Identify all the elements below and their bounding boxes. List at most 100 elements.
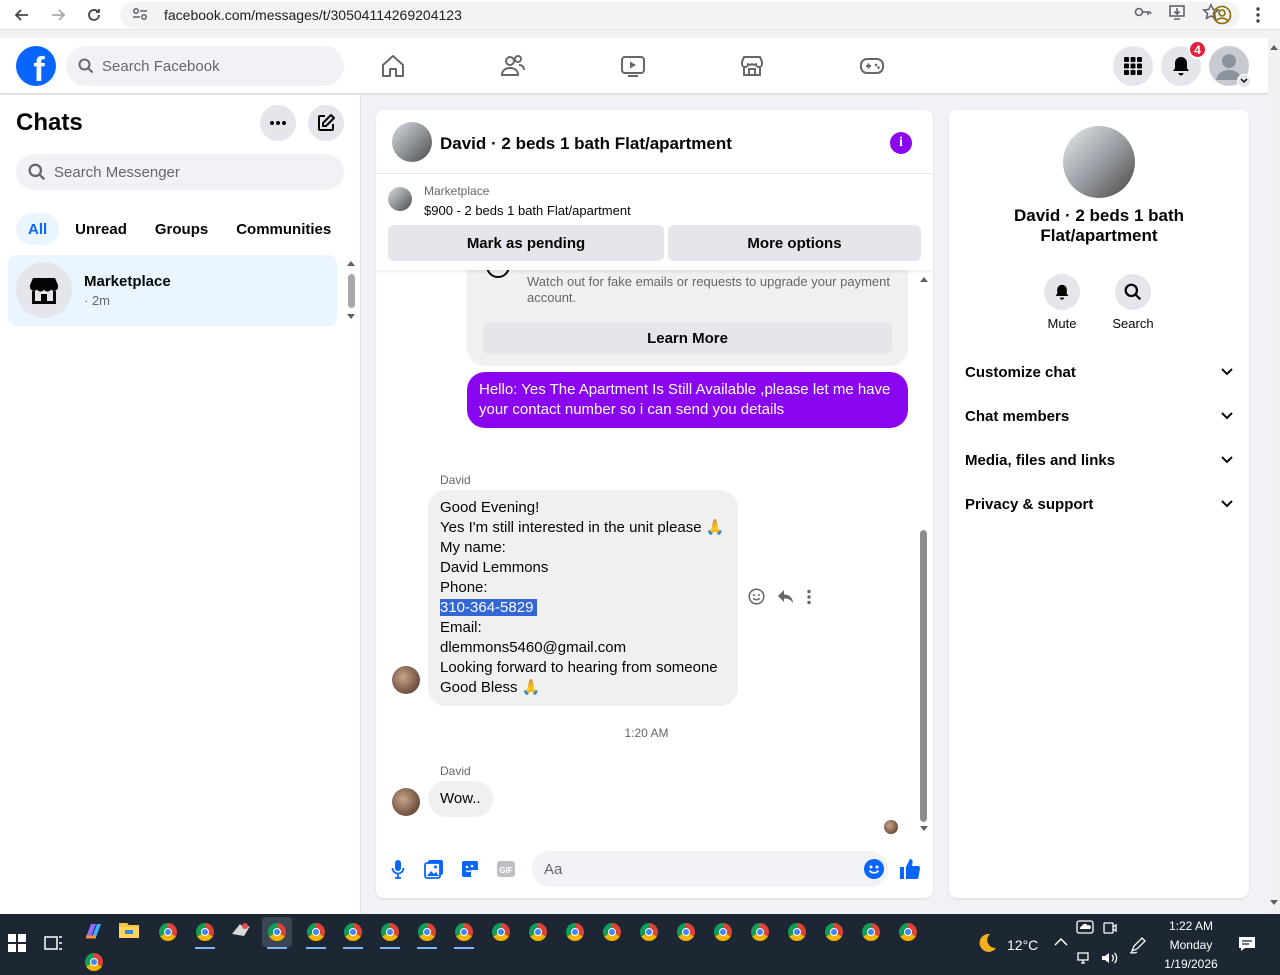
account-avatar[interactable] (1209, 46, 1251, 88)
conversation-title[interactable]: David · 2 beds 1 bath Flat/apartment (440, 134, 732, 154)
facebook-search[interactable]: Search Facebook (66, 46, 344, 86)
learn-more-button[interactable]: Learn More (483, 322, 892, 354)
chat-list-scrollbar[interactable] (345, 260, 357, 322)
reply-icon[interactable] (777, 589, 794, 610)
section-media-files-links[interactable]: Media, files and links (965, 440, 1233, 480)
menu-grid-button[interactable] (1113, 46, 1153, 86)
page-scrollbar[interactable] (1268, 38, 1280, 914)
clock-time[interactable]: 1:22 AM (1160, 919, 1222, 933)
sent-message[interactable]: Hello: Yes The Apartment Is Still Availa… (467, 372, 908, 428)
weather-temp[interactable]: 12°C (1007, 937, 1038, 953)
emoji-icon[interactable] (864, 859, 884, 883)
info-icon[interactable]: i (890, 132, 912, 154)
chrome-icon[interactable] (637, 920, 661, 944)
listing-avatar[interactable] (392, 122, 432, 162)
onedrive-icon[interactable] (1076, 920, 1094, 937)
filter-communities[interactable]: Communities (224, 213, 343, 245)
chrome-icon[interactable] (859, 920, 883, 944)
listing-avatar-large[interactable] (1063, 126, 1135, 198)
chat-list-item[interactable]: Marketplace · 2m (8, 255, 337, 326)
marketplace-icon[interactable] (738, 52, 766, 80)
reload-icon[interactable] (82, 3, 106, 27)
password-key-icon[interactable] (1134, 3, 1152, 26)
filter-all[interactable]: All (16, 213, 60, 245)
more-options-button[interactable]: More options (668, 225, 921, 261)
meet-now-icon[interactable] (1103, 921, 1117, 938)
conversation-scrollbar[interactable] (916, 270, 932, 836)
network-icon[interactable] (1077, 951, 1093, 968)
chrome-icon[interactable] (600, 920, 624, 944)
chrome-icon[interactable] (711, 920, 735, 944)
friends-icon[interactable] (499, 52, 527, 80)
home-icon[interactable] (379, 52, 407, 80)
received-message[interactable]: Wow.. (428, 781, 493, 817)
microphone-icon[interactable] (387, 858, 409, 880)
gaming-icon[interactable] (858, 52, 886, 80)
forward-icon[interactable] (46, 3, 70, 27)
thumbs-up-icon[interactable] (899, 858, 921, 880)
browser-menu-icon[interactable] (1250, 6, 1266, 29)
react-emoji-icon[interactable] (748, 588, 765, 610)
mute-action[interactable]: Mute (1034, 274, 1090, 331)
copilot-icon[interactable] (82, 920, 106, 944)
chrome-icon[interactable] (822, 920, 846, 944)
messenger-search[interactable]: Search Messenger (16, 154, 344, 190)
account-chevron-icon[interactable] (1237, 74, 1251, 88)
chrome-icon[interactable] (415, 920, 439, 949)
chrome-icon[interactable] (304, 920, 328, 949)
gif-icon[interactable]: GIF (495, 858, 517, 880)
chat-options-button[interactable] (260, 105, 296, 141)
listing-title[interactable]: $900 - 2 beds 1 bath Flat/apartment (424, 203, 631, 218)
video-icon[interactable] (619, 52, 647, 80)
windows-start-icon[interactable] (8, 934, 32, 958)
chrome-active-icon[interactable] (262, 917, 292, 949)
chrome-icon[interactable] (341, 920, 365, 949)
section-customize-chat[interactable]: Customize chat (965, 352, 1233, 392)
listing-thumbnail[interactable] (388, 187, 412, 211)
site-info-icon[interactable] (132, 7, 150, 24)
install-app-icon[interactable] (1168, 3, 1186, 26)
mark-as-pending-button[interactable]: Mark as pending (388, 225, 664, 261)
filter-unread[interactable]: Unread (63, 213, 139, 245)
chrome-icon[interactable] (563, 920, 587, 944)
received-message[interactable]: Good Evening! Yes I'm still interested i… (428, 490, 738, 706)
chrome-icon[interactable] (489, 920, 513, 944)
facebook-logo-icon[interactable]: f (16, 46, 56, 86)
highlighted-phone-number[interactable]: 310-364-5829 (440, 599, 538, 616)
david-avatar[interactable] (392, 666, 420, 694)
new-message-button[interactable] (308, 105, 344, 141)
chrome-icon[interactable] (156, 920, 180, 944)
file-explorer-icon[interactable] (118, 920, 142, 944)
filter-groups[interactable]: Groups (143, 213, 220, 245)
app-icon[interactable] (230, 920, 254, 944)
clock-day[interactable]: Monday (1160, 938, 1222, 952)
notification-center-icon[interactable] (1238, 936, 1256, 955)
profile-icon[interactable] (1212, 5, 1232, 30)
moon-weather-icon[interactable] (976, 932, 998, 957)
chrome-icon[interactable] (748, 920, 772, 944)
address-bar[interactable]: facebook.com/messages/t/3050411426920412… (120, 2, 1240, 28)
chrome-icon[interactable] (526, 920, 550, 944)
chrome-icon[interactable] (452, 920, 476, 949)
chrome-icon[interactable] (674, 920, 698, 944)
task-view-icon[interactable] (44, 934, 68, 958)
section-privacy-support[interactable]: Privacy & support (965, 484, 1233, 524)
search-action[interactable]: Search (1105, 274, 1161, 331)
chrome-icon[interactable] (193, 920, 217, 949)
more-vertical-icon[interactable] (806, 589, 812, 610)
david-avatar[interactable] (392, 788, 420, 816)
notifications-button[interactable]: 4 (1161, 40, 1207, 86)
pen-icon[interactable] (1129, 936, 1147, 957)
clock-date[interactable]: 1/19/2026 (1160, 957, 1222, 971)
back-icon[interactable] (10, 3, 34, 27)
message-input[interactable]: Aa (532, 851, 888, 887)
chrome-icon[interactable] (785, 920, 809, 944)
url-text[interactable]: facebook.com/messages/t/3050411426920412… (164, 7, 462, 23)
chrome-icon[interactable] (378, 920, 402, 949)
volume-icon[interactable] (1101, 951, 1119, 968)
chrome-icon[interactable] (896, 920, 920, 944)
section-chat-members[interactable]: Chat members (965, 396, 1233, 436)
photo-icon[interactable] (423, 858, 445, 880)
show-hidden-icons-icon[interactable] (1054, 936, 1068, 950)
chrome-icon[interactable] (82, 950, 106, 974)
